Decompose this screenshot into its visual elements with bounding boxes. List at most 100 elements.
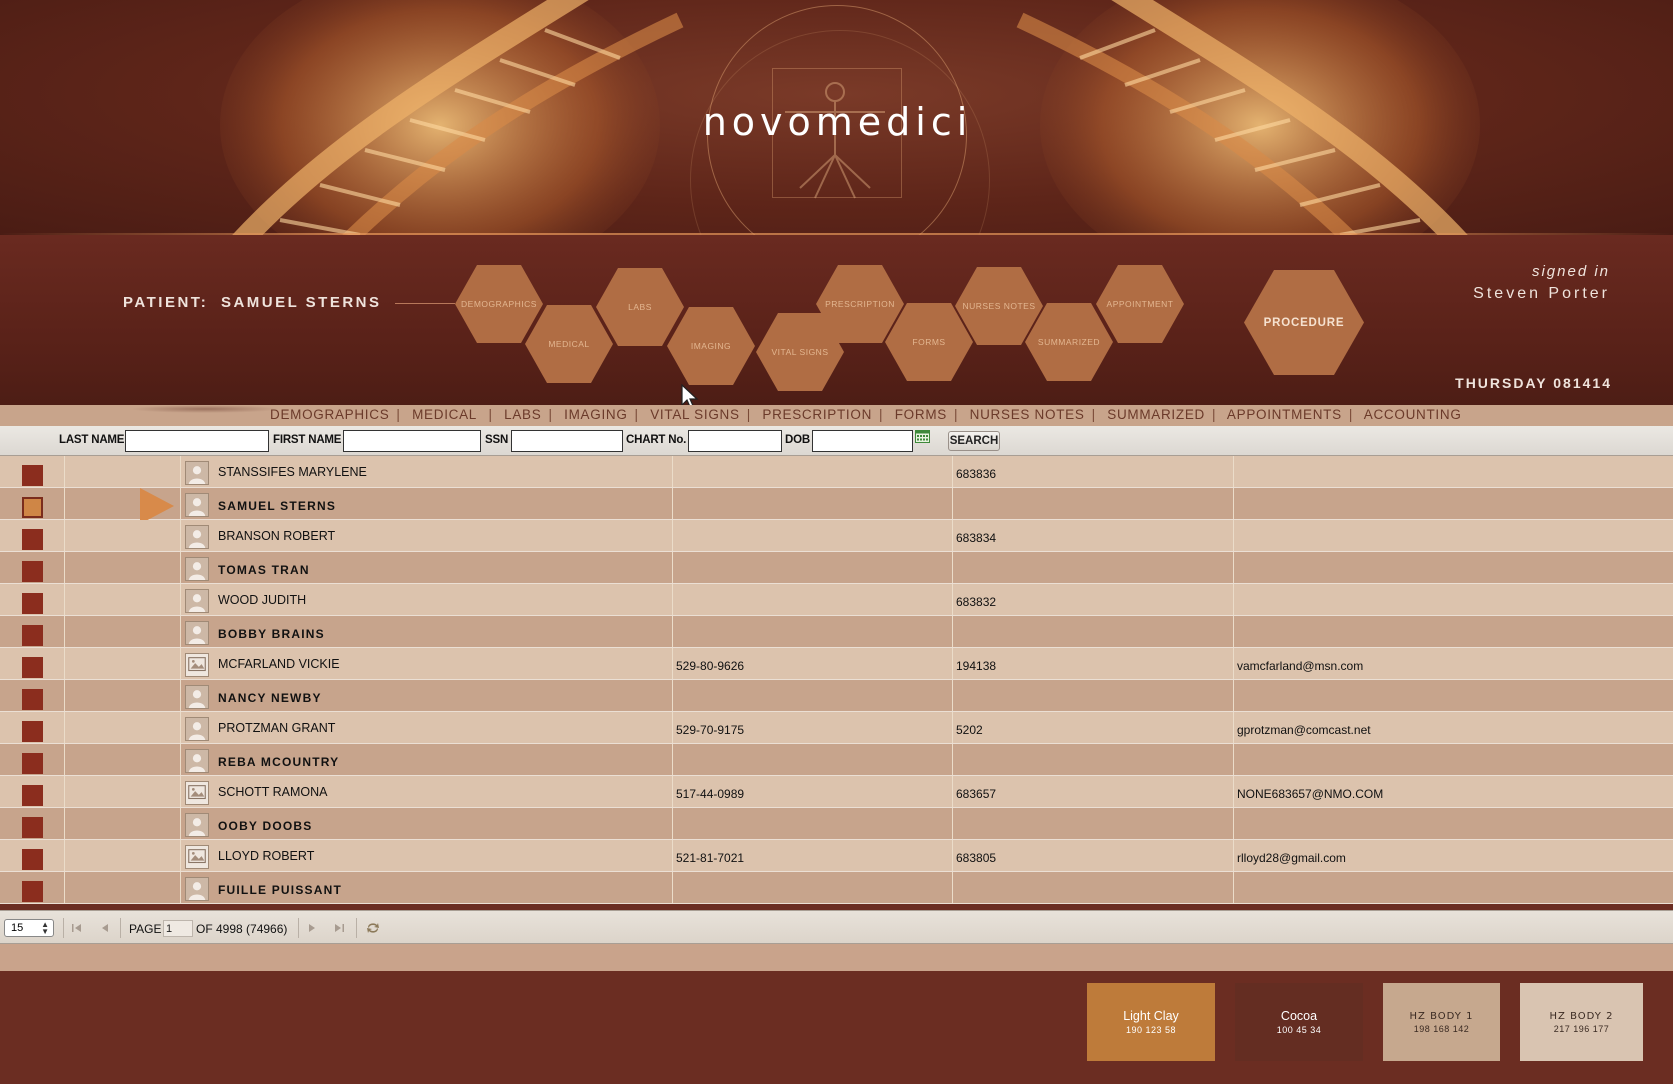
table-row[interactable]: SCHOTT RAMONA 517-44-0989 683657 NONE683657…: [0, 776, 1673, 808]
first-name-field[interactable]: [343, 430, 481, 452]
column-divider: [64, 680, 65, 711]
table-row[interactable]: WOOD JUDITH 683832: [0, 584, 1673, 616]
person-icon: [185, 493, 209, 517]
column-divider: [952, 872, 953, 903]
table-row[interactable]: MCFARLAND VICKIE 529-80-9626 194138 vamcfar…: [0, 648, 1673, 680]
column-divider: [672, 776, 673, 807]
column-divider: [672, 456, 673, 487]
patient-name-cell[interactable]: SCHOTT RAMONA: [218, 785, 328, 799]
email-cell: gprotzman@comcast.net: [1237, 723, 1371, 737]
hex-nav-summarized[interactable]: SUMMARIZED: [1025, 303, 1113, 381]
column-divider: [180, 744, 181, 775]
dob-field[interactable]: [812, 430, 913, 452]
column-divider: [64, 712, 65, 743]
hex-nav-imaging[interactable]: IMAGING: [667, 307, 755, 385]
table-row[interactable]: BOBBY BRAINS: [0, 616, 1673, 648]
patient-prefix: PATIENT: [123, 294, 201, 311]
first-page-icon[interactable]: [70, 921, 84, 935]
patient-name-cell[interactable]: FUILLE PUISSANT: [218, 883, 342, 897]
row-select-marker[interactable]: [22, 721, 43, 742]
column-divider: [672, 712, 673, 743]
menu-item-demographics[interactable]: DEMOGRAPHICS: [270, 407, 389, 422]
table-row[interactable]: TOMAS TRAN: [0, 552, 1673, 584]
menu-item-accounting[interactable]: ACCOUNTING: [1364, 407, 1462, 422]
hex-nav-demographics[interactable]: DEMOGRAPHICS: [455, 265, 543, 343]
table-row[interactable]: PROTZMAN GRANT 529-70-9175 5202 gprotzman@c…: [0, 712, 1673, 744]
patient-name-cell[interactable]: SAMUEL STERNS: [218, 499, 336, 513]
column-divider: [1233, 456, 1234, 487]
patient-name-cell[interactable]: LLOYD ROBERT: [218, 849, 314, 863]
calendar-icon[interactable]: [915, 430, 930, 443]
column-divider: [1233, 488, 1234, 519]
refresh-icon[interactable]: [365, 921, 381, 935]
column-divider: [952, 776, 953, 807]
menu-item-prescription[interactable]: PRESCRIPTION: [762, 407, 872, 422]
menu-item-labs[interactable]: LABS: [504, 407, 541, 422]
patient-name-cell[interactable]: WOOD JUDITH: [218, 593, 306, 607]
patient-name-cell[interactable]: STANSSIFES MARYLENE: [218, 465, 367, 479]
patient-name-cell[interactable]: BRANSON ROBERT: [218, 529, 335, 543]
row-select-marker[interactable]: [22, 657, 43, 678]
table-row[interactable]: STANSSIFES MARYLENE 683836: [0, 456, 1673, 488]
row-select-marker[interactable]: [22, 465, 43, 486]
menu-item-summarized[interactable]: SUMMARIZED: [1107, 407, 1205, 422]
hex-nav-forms[interactable]: FORMS: [885, 303, 973, 381]
row-select-marker[interactable]: [22, 593, 43, 614]
patient-name-cell[interactable]: NANCY NEWBY: [218, 691, 322, 705]
app-logo: novomedici: [702, 100, 973, 144]
column-divider: [180, 776, 181, 807]
hex-nav-medical[interactable]: MEDICAL: [525, 305, 613, 383]
last-name-field[interactable]: [125, 430, 269, 452]
patient-name-cell[interactable]: PROTZMAN GRANT: [218, 721, 335, 735]
ssn-field[interactable]: [511, 430, 623, 452]
patient-name-cell[interactable]: OOBY DOOBS: [218, 819, 312, 833]
patient-name-cell[interactable]: MCFARLAND VICKIE: [218, 657, 340, 671]
search-button[interactable]: SEARCH: [948, 431, 1000, 451]
table-row[interactable]: LLOYD ROBERT 521-81-7021 683805 rlloyd28@gm…: [0, 840, 1673, 872]
table-row[interactable]: FUILLE PUISSANT: [0, 872, 1673, 904]
hex-nav-nurses-notes[interactable]: NURSES NOTES: [955, 267, 1043, 345]
menu-item-medical[interactable]: MEDICAL: [412, 407, 477, 422]
patient-name-cell[interactable]: TOMAS TRAN: [218, 563, 310, 577]
hex-nav-labs[interactable]: LABS: [596, 268, 684, 346]
current-date: THURSDAY 081414: [1455, 375, 1612, 391]
next-page-icon[interactable]: [305, 921, 319, 935]
table-row[interactable]: REBA MCOUNTRY: [0, 744, 1673, 776]
menu-item-imaging[interactable]: IMAGING: [564, 407, 627, 422]
row-select-marker[interactable]: [22, 881, 43, 902]
last-page-icon[interactable]: [332, 921, 346, 935]
chart-number-field[interactable]: [688, 430, 782, 452]
column-divider: [180, 552, 181, 583]
chart-number-cell: 5202: [956, 723, 983, 737]
table-row[interactable]: NANCY NEWBY: [0, 680, 1673, 712]
row-select-marker[interactable]: [22, 625, 43, 646]
chart-number-cell: 683834: [956, 531, 997, 545]
patient-name-cell[interactable]: REBA MCOUNTRY: [218, 755, 339, 769]
table-row[interactable]: BRANSON ROBERT 683834: [0, 520, 1673, 552]
menu-item-appointments[interactable]: APPOINTMENTS: [1227, 407, 1342, 422]
row-select-marker[interactable]: [22, 849, 43, 870]
row-select-marker[interactable]: [22, 785, 43, 806]
chart-number-cell: 194138: [956, 659, 997, 673]
row-select-marker[interactable]: [22, 689, 43, 710]
hex-nav-appointment[interactable]: APPOINTMENT: [1096, 265, 1184, 343]
page-label: PAGE: [129, 922, 162, 936]
row-select-marker[interactable]: [22, 753, 43, 774]
row-select-marker[interactable]: [22, 817, 43, 838]
menu-item-nurses-notes[interactable]: NURSES NOTES: [970, 407, 1085, 422]
patient-name-cell[interactable]: BOBBY BRAINS: [218, 627, 325, 641]
email-cell: NONE683657@NMO.COM: [1237, 787, 1384, 801]
previous-page-icon[interactable]: [98, 921, 112, 935]
last-name-label: LAST NAME: [59, 434, 125, 446]
menu-item-forms[interactable]: FORMS: [895, 407, 947, 422]
table-row[interactable]: SAMUEL STERNS: [0, 488, 1673, 524]
table-row[interactable]: OOBY DOOBS: [0, 808, 1673, 840]
first-name-label: FIRST NAME: [273, 434, 342, 446]
page-size-select[interactable]: 15 ▲ ▼: [4, 919, 54, 937]
page-number-field[interactable]: [163, 920, 193, 937]
row-select-marker[interactable]: [22, 561, 43, 582]
row-select-marker[interactable]: [22, 497, 43, 518]
menu-item-vital-signs[interactable]: VITAL SIGNS: [650, 407, 739, 422]
row-select-marker[interactable]: [22, 529, 43, 550]
hex-nav-procedure[interactable]: PROCEDURE: [1244, 270, 1364, 375]
